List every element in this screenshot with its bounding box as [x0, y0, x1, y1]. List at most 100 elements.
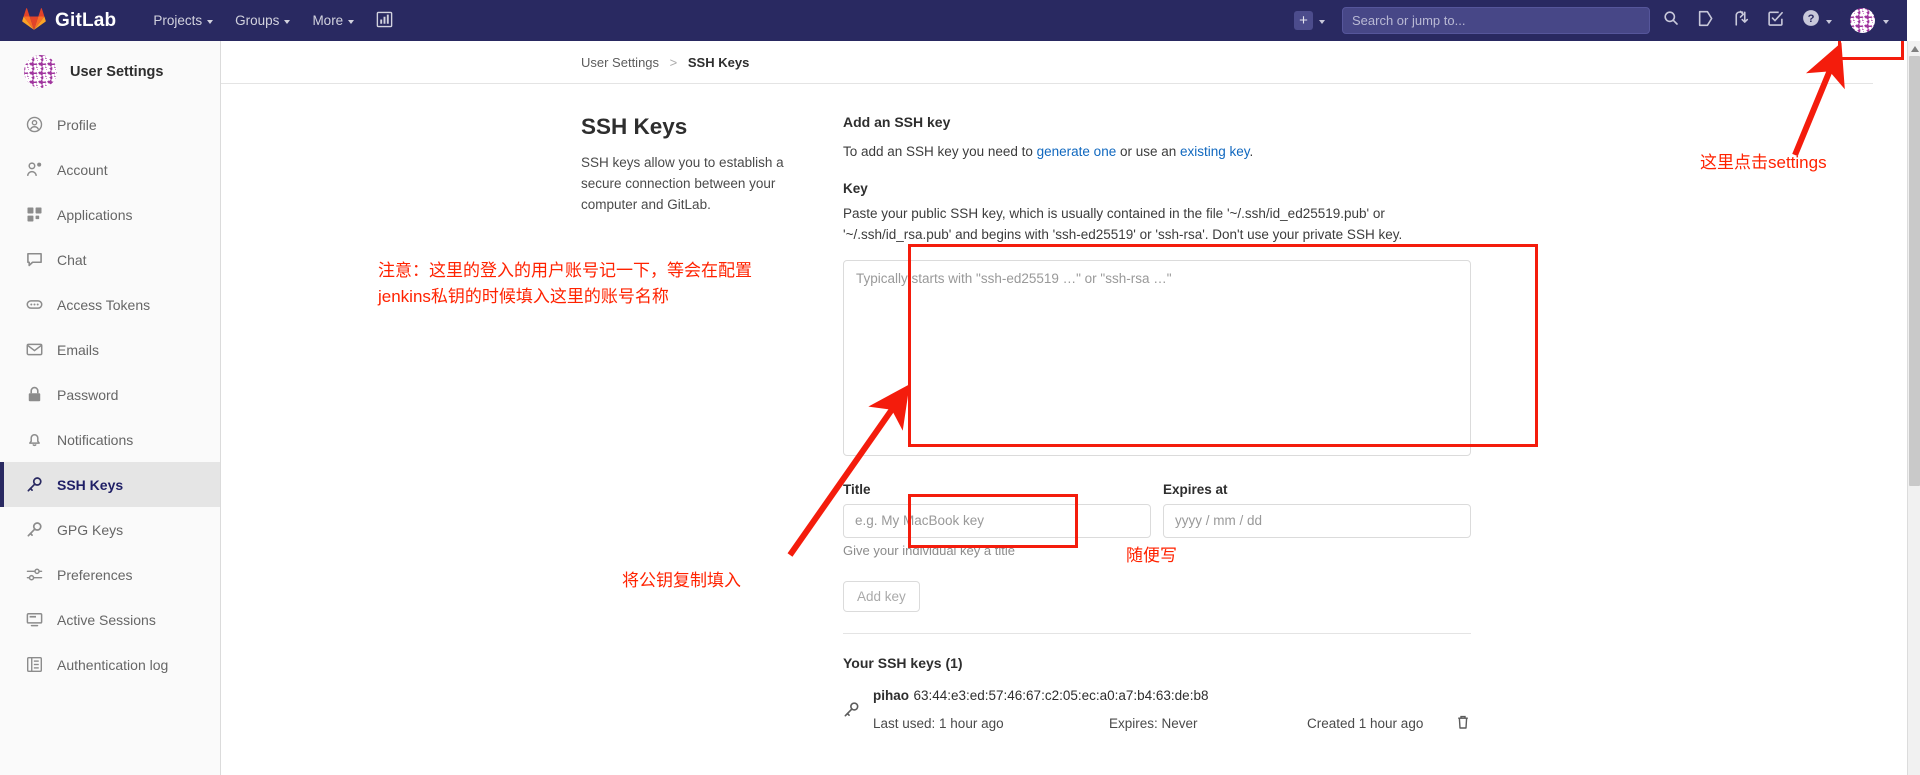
chevron-down-icon — [207, 19, 214, 24]
page-title: SSH Keys — [581, 114, 688, 139]
sidebar-item-label: SSH Keys — [57, 476, 124, 493]
nav-merge-requests-button[interactable] — [1723, 0, 1758, 41]
nav-help-button[interactable]: ? — [1793, 0, 1841, 41]
sidebar-item-emails[interactable]: Emails — [0, 327, 220, 372]
log-list-icon — [26, 656, 43, 673]
breadcrumb-separator: > — [669, 55, 678, 70]
key-field-label: Key — [843, 180, 868, 196]
nav-issues-button[interactable] — [1688, 0, 1723, 41]
gitlab-tanuki-icon — [22, 7, 46, 35]
ssh-key-list-item: pihao 63:44:e3:ed:57:46:67:c2:05:ec:a0:a… — [843, 687, 1471, 733]
sidebar-item-ssh-keys[interactable]: SSH Keys — [0, 462, 220, 507]
token-icon — [26, 296, 43, 313]
account-gear-icon — [26, 161, 43, 178]
plus-square-icon: + — [1294, 11, 1313, 30]
chevron-down-icon — [348, 19, 355, 24]
nav-todos-button[interactable] — [1758, 0, 1793, 41]
sidebar-item-access-tokens[interactable]: Access Tokens — [0, 282, 220, 327]
sidebar-item-label: Preferences — [57, 566, 133, 583]
intro-column: SSH Keys SSH keys allow you to establish… — [581, 114, 843, 733]
ssh-key-last-used: Last used: 1 hour ago — [873, 715, 1004, 731]
sidebar-item-authentication-log[interactable]: Authentication log — [0, 642, 220, 687]
desc-part-3: . — [1249, 144, 1254, 159]
user-menu-button[interactable] — [1841, 0, 1907, 41]
form-heading: Add an SSH key — [843, 114, 951, 130]
search-submit-button[interactable] — [1654, 0, 1688, 41]
sidebar-avatar — [24, 55, 57, 88]
chevron-down-icon — [284, 19, 291, 24]
sidebar-item-preferences[interactable]: Preferences — [0, 552, 220, 597]
search-placeholder: Search or jump to... — [1352, 13, 1466, 28]
page-scrollbar[interactable] — [1907, 41, 1920, 775]
title-expires-row: Title Give your individual key a title E… — [843, 482, 1471, 558]
nav-item-groups[interactable]: Groups — [224, 0, 301, 41]
sidebar-item-gpg-keys[interactable]: GPG Keys — [0, 507, 220, 552]
search-input[interactable]: Search or jump to... — [1342, 7, 1650, 34]
sidebar-item-notifications[interactable]: Notifications — [0, 417, 220, 462]
sidebar-item-label: Authentication log — [57, 656, 169, 673]
breadcrumb-root-link[interactable]: User Settings — [581, 55, 659, 70]
bell-icon — [26, 431, 43, 448]
sidebar-item-label: Active Sessions — [57, 611, 156, 628]
title-field-hint: Give your individual key a title — [843, 542, 1015, 558]
user-circle-icon — [26, 116, 43, 133]
sidebar-item-label: Password — [57, 386, 119, 403]
ssh-key-textarea[interactable] — [843, 259, 1471, 456]
sidebar-item-label: GPG Keys — [57, 521, 124, 538]
desc-part-2: or use an — [1116, 144, 1181, 159]
sidebar-item-active-sessions[interactable]: Active Sessions — [0, 597, 220, 642]
key-field-help: Paste your public SSH key, which is usua… — [843, 205, 1403, 243]
sidebar-item-label: Applications — [57, 206, 133, 223]
sidebar-item-label: Notifications — [57, 431, 134, 448]
sidebar-item-account[interactable]: Account — [0, 147, 220, 192]
keys-divider — [843, 632, 1471, 634]
merge-requests-icon — [1732, 10, 1749, 32]
add-key-form: Add an SSH key To add an SSH key you nee… — [843, 114, 1471, 733]
nav-label: Projects — [153, 13, 203, 28]
title-field-group: Title Give your individual key a title — [843, 482, 1151, 558]
form-description: To add an SSH key you need to generate o… — [843, 141, 1471, 163]
scroll-up-arrow[interactable] — [1908, 41, 1920, 56]
ssh-key-created: Created 1 hour ago — [1307, 715, 1424, 731]
user-settings-sidebar: User Settings Profile Account Applicatio… — [0, 41, 221, 775]
sidebar-item-label: Profile — [57, 116, 97, 133]
sidebar-item-label: Account — [57, 161, 108, 178]
chevron-down-icon — [1826, 19, 1832, 24]
new-item-dropdown[interactable]: + — [1285, 0, 1334, 41]
generate-one-link[interactable]: generate one — [1037, 144, 1117, 159]
search-icon — [1663, 10, 1679, 31]
sidebar-item-applications[interactable]: Applications — [0, 192, 220, 237]
issues-icon — [1697, 10, 1714, 32]
sidebar-item-chat[interactable]: Chat — [0, 237, 220, 282]
chat-bubble-icon — [26, 251, 43, 268]
sidebar-item-profile[interactable]: Profile — [0, 102, 220, 147]
add-key-button[interactable]: Add key — [843, 580, 920, 612]
expires-at-input[interactable] — [1163, 503, 1471, 538]
nav-item-more[interactable]: More — [301, 0, 365, 41]
sidebar-item-label: Access Tokens — [57, 296, 151, 313]
top-navbar: GitLab Projects Groups More + Search or … — [0, 0, 1907, 41]
ssh-key-meta: Last used: 1 hour ago Expires: Never Cre… — [873, 714, 1471, 733]
key-icon — [26, 521, 43, 538]
sidebar-title: User Settings — [70, 63, 164, 80]
existing-key-link[interactable]: existing key — [1180, 144, 1250, 159]
todos-icon — [1767, 10, 1784, 32]
expires-field-label: Expires at — [1163, 481, 1228, 497]
sidebar-item-password[interactable]: Password — [0, 372, 220, 417]
envelope-icon — [26, 341, 43, 358]
ssh-key-header: pihao 63:44:e3:ed:57:46:67:c2:05:ec:a0:a… — [873, 687, 1471, 705]
content-row: SSH Keys SSH keys allow you to establish… — [221, 84, 1907, 733]
scroll-thumb[interactable] — [1909, 56, 1920, 486]
gitlab-logo-link[interactable]: GitLab — [22, 7, 116, 35]
sidebar-header[interactable]: User Settings — [0, 41, 220, 102]
title-input[interactable] — [843, 503, 1151, 538]
nav-item-analytics[interactable] — [365, 0, 404, 41]
lock-icon — [26, 386, 43, 403]
gitlab-wordmark: GitLab — [55, 9, 117, 31]
expires-field-group: Expires at — [1163, 482, 1471, 558]
sidebar-item-label: Chat — [57, 251, 87, 268]
chevron-down-icon — [1883, 19, 1889, 24]
your-ssh-keys-heading: Your SSH keys (1) — [843, 654, 963, 671]
nav-item-projects[interactable]: Projects — [142, 0, 224, 41]
trash-icon[interactable] — [1455, 714, 1471, 733]
